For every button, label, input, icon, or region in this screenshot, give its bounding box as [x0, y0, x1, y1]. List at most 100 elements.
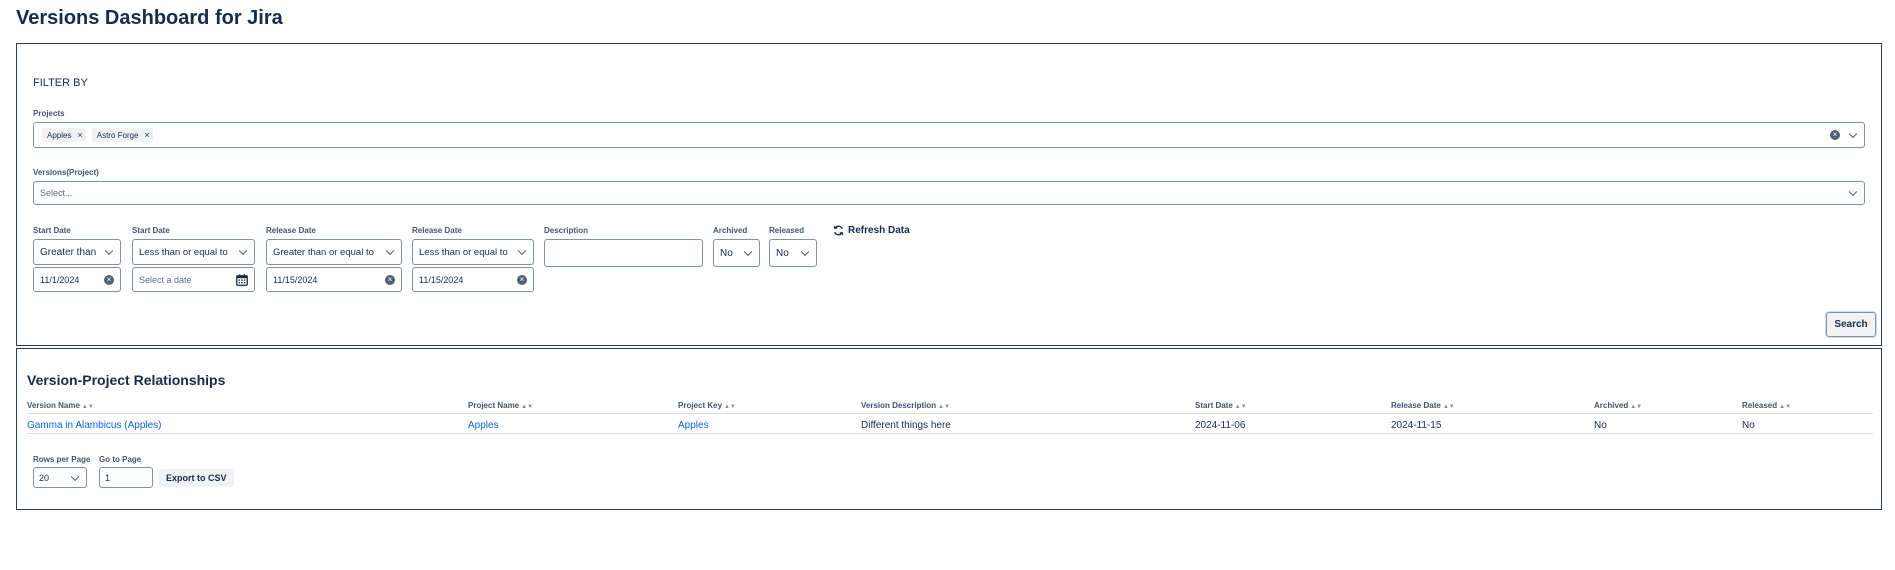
- version-name-link[interactable]: Gamma in Alambicus (Apples): [27, 420, 162, 431]
- start-date-input[interactable]: 11/1/2024 ×: [33, 267, 121, 292]
- release-date-cell: 2024-11-15: [1391, 420, 1442, 431]
- project-tag-astro-forge: Astro Forge ×: [91, 128, 153, 142]
- clear-icon[interactable]: ×: [1830, 130, 1840, 140]
- search-button[interactable]: Search: [1825, 311, 1877, 338]
- release-date-input[interactable]: 11/15/2024 ×: [266, 267, 402, 292]
- chevron-down-icon: [743, 247, 753, 257]
- go-to-page-label: Go to Page: [99, 455, 142, 464]
- release-date-label-2: Release Date: [412, 226, 462, 235]
- archived-select[interactable]: No: [713, 239, 760, 267]
- archived-label: Archived: [713, 226, 748, 235]
- row-divider: [27, 433, 1873, 434]
- column-header-label: Version Description: [861, 401, 937, 410]
- column-header-project-name[interactable]: Project Name ▲▼: [468, 401, 533, 410]
- projects-multiselect[interactable]: Apples × Astro Forge × ×: [33, 122, 1865, 148]
- date-value: 11/1/2024: [40, 274, 80, 285]
- start-date-cell: 2024-11-06: [1195, 420, 1246, 431]
- project-key-link[interactable]: Apples: [678, 420, 709, 431]
- sort-icon: ▲▼: [1234, 404, 1247, 410]
- go-to-page-input[interactable]: 1: [99, 467, 153, 488]
- release-date-operator-select-2[interactable]: Less than or equal to: [412, 239, 534, 265]
- column-header-released[interactable]: Released ▲▼: [1742, 401, 1791, 410]
- results-title: Version-Project Relationships: [27, 372, 226, 388]
- remove-tag-icon[interactable]: ×: [77, 130, 82, 140]
- column-header-version-name[interactable]: Version Name ▲▼: [27, 401, 94, 410]
- go-to-page-value: 1: [105, 472, 111, 483]
- column-header-label: Archived: [1594, 401, 1629, 410]
- operator-value: Less than or equal to: [419, 246, 508, 258]
- sort-icon: ▲▼: [81, 404, 94, 410]
- header-divider: [27, 413, 1873, 414]
- start-date-operator-select-2[interactable]: Less than or equal to: [132, 239, 255, 265]
- column-header-label: Released: [1742, 401, 1778, 410]
- project-tag-label: Apples: [47, 130, 72, 140]
- operator-value: Greater than: [40, 246, 97, 258]
- project-tag-label: Astro Forge: [96, 130, 139, 140]
- start-date-input-2[interactable]: Select a date: [132, 267, 255, 292]
- chevron-down-icon: [238, 246, 248, 256]
- column-header-version-description[interactable]: Version Description ▲▼: [861, 401, 950, 410]
- clear-icon[interactable]: ×: [385, 274, 395, 285]
- versions-select[interactable]: Select...: [33, 181, 1865, 205]
- description-input[interactable]: [544, 239, 703, 267]
- released-value: No: [776, 247, 789, 259]
- page-title: Versions Dashboard for Jira: [16, 7, 283, 29]
- date-placeholder: Select a date: [139, 274, 192, 285]
- filter-by-heading: FILTER BY: [33, 77, 88, 89]
- refresh-label: Refresh Data: [848, 225, 910, 236]
- column-header-start-date[interactable]: Start Date ▲▼: [1195, 401, 1247, 410]
- released-cell: No: [1742, 420, 1755, 431]
- clear-icon[interactable]: ×: [104, 274, 114, 285]
- column-header-release-date[interactable]: Release Date ▲▼: [1391, 401, 1455, 410]
- released-select[interactable]: No: [769, 239, 817, 267]
- released-label: Released: [769, 226, 805, 235]
- operator-value: Less than or equal to: [139, 246, 228, 258]
- refresh-data-button[interactable]: Refresh Data: [833, 225, 910, 236]
- chevron-down-icon[interactable]: [1848, 129, 1858, 139]
- project-name-link[interactable]: Apples: [468, 420, 499, 431]
- release-date-input-2[interactable]: 11/15/2024 ×: [412, 267, 534, 292]
- results-panel: Version-Project Relationships Version Na…: [16, 348, 1882, 510]
- project-tag-apples: Apples ×: [42, 128, 86, 142]
- archived-cell: No: [1594, 420, 1607, 431]
- chevron-down-icon: [517, 246, 527, 256]
- release-date-operator-select[interactable]: Greater than or equal to: [266, 239, 402, 265]
- rows-per-page-label: Rows per Page: [33, 455, 91, 464]
- calendar-icon[interactable]: [236, 274, 248, 286]
- rows-per-page-value: 20: [39, 472, 50, 483]
- rows-per-page-select[interactable]: 20: [33, 467, 87, 488]
- versions-placeholder: Select...: [40, 188, 73, 198]
- chevron-down-icon: [104, 246, 114, 256]
- archived-value: No: [720, 247, 733, 259]
- chevron-down-icon: [800, 247, 810, 257]
- sort-icon: ▲▼: [938, 404, 951, 410]
- description-label: Description: [544, 226, 589, 235]
- start-date-label-2: Start Date: [132, 226, 170, 235]
- sort-icon: ▲▼: [724, 404, 736, 410]
- column-header-label: Project Key: [678, 401, 723, 410]
- refresh-icon: [833, 225, 844, 236]
- chevron-down-icon[interactable]: [1848, 187, 1858, 197]
- column-header-archived[interactable]: Archived ▲▼: [1594, 401, 1642, 410]
- sort-icon: ▲▼: [521, 404, 534, 410]
- date-value: 11/15/2024: [273, 274, 318, 285]
- column-header-label: Project Name: [468, 401, 520, 410]
- projects-label: Projects: [33, 109, 65, 118]
- filter-panel: FILTER BY Projects Apples × Astro Forge × …: [16, 43, 1882, 346]
- column-header-label: Release Date: [1391, 401, 1441, 410]
- column-header-project-key[interactable]: Project Key ▲▼: [678, 401, 736, 410]
- sort-icon: ▲▼: [1630, 404, 1643, 410]
- versions-label: Versions(Project): [33, 168, 99, 177]
- start-date-label: Start Date: [33, 226, 71, 235]
- export-csv-button[interactable]: Export to CSV: [159, 469, 234, 487]
- column-header-label: Start Date: [1195, 401, 1233, 410]
- remove-tag-icon[interactable]: ×: [145, 130, 150, 140]
- start-date-operator-select[interactable]: Greater than: [33, 239, 121, 265]
- operator-value: Greater than or equal to: [273, 246, 374, 258]
- clear-icon[interactable]: ×: [517, 274, 527, 285]
- sort-icon: ▲▼: [1779, 404, 1792, 410]
- chevron-down-icon: [70, 472, 80, 481]
- release-date-label: Release Date: [266, 226, 316, 235]
- version-description-cell: Different things here: [861, 420, 951, 431]
- column-header-label: Version Name: [27, 401, 80, 410]
